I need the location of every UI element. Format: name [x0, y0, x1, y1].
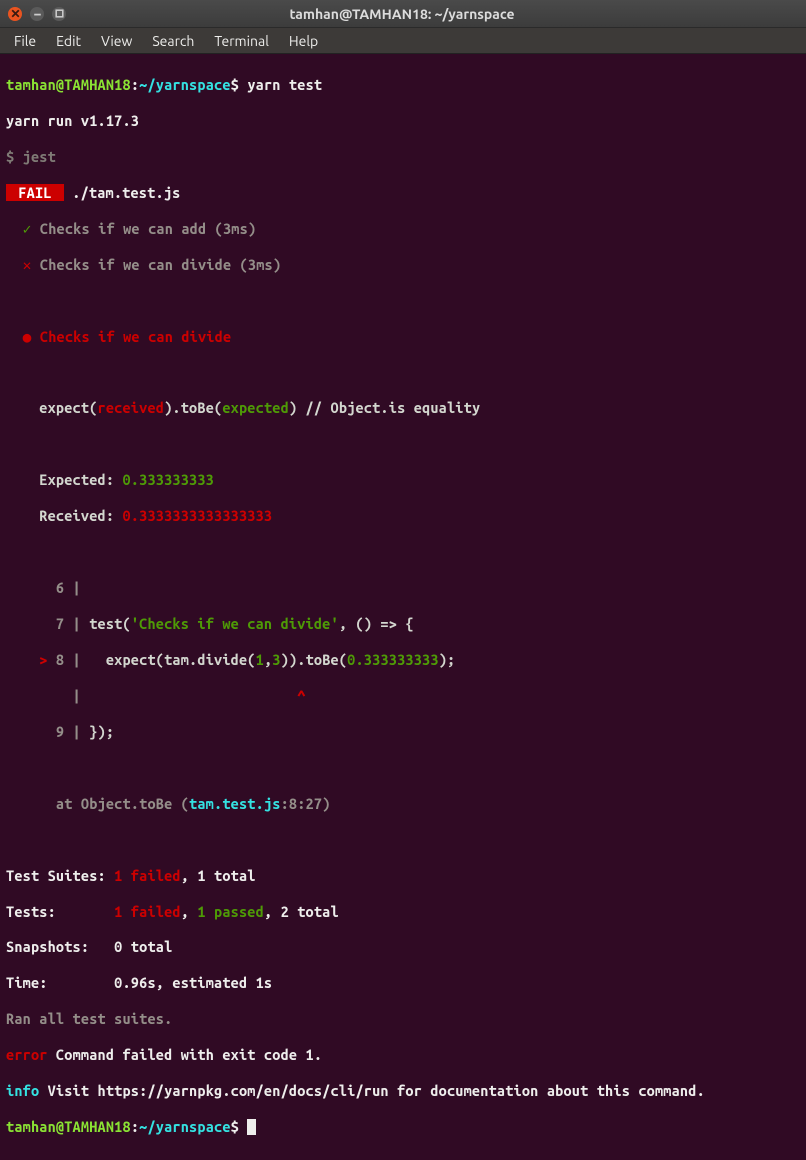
menu-terminal[interactable]: Terminal	[206, 30, 277, 52]
prompt-line-2: tamhan@TAMHAN18:~/yarnspace$	[6, 1118, 800, 1136]
fail-header: FAIL ./tam.test.js	[6, 184, 800, 202]
menu-edit[interactable]: Edit	[48, 30, 89, 52]
window-title: tamhan@TAMHAN18: ~/yarnspace	[66, 6, 738, 22]
menu-search[interactable]: Search	[144, 30, 202, 52]
command-typed: yarn test	[247, 76, 322, 93]
prompt-path: ~/yarnspace	[139, 76, 231, 93]
summary-time: Time: 0.96s, estimated 1s	[6, 974, 800, 992]
maximize-icon	[54, 8, 65, 19]
code-caret: | ^	[6, 687, 800, 705]
close-button[interactable]	[8, 7, 22, 21]
fail-test-line: ✕ Checks if we can divide (3ms)	[6, 256, 800, 274]
received-line: Received: 0.3333333333333333	[6, 507, 800, 525]
minimize-button[interactable]	[30, 7, 44, 21]
window-titlebar: tamhan@TAMHAN18: ~/yarnspace	[0, 0, 806, 28]
menu-file[interactable]: File	[6, 30, 44, 52]
summary-ran: Ran all test suites.	[6, 1010, 800, 1028]
check-icon: ✓	[23, 220, 32, 237]
code-line-6: 6 |	[6, 579, 800, 597]
close-icon	[10, 8, 21, 19]
jest-invoke: $ jest	[6, 148, 800, 166]
summary-snapshots: Snapshots: 0 total	[6, 938, 800, 956]
code-line-8: > 8 | expect(tam.divide(1,3)).toBe(0.333…	[6, 651, 800, 669]
docs-link[interactable]: https://yarnpkg.com/en/docs/cli/run	[98, 1082, 389, 1099]
menu-view[interactable]: View	[93, 30, 140, 52]
prompt-userhost: tamhan@TAMHAN18	[6, 76, 131, 93]
error-line: error Command failed with exit code 1.	[6, 1046, 800, 1064]
summary-suites: Test Suites: 1 failed, 1 total	[6, 867, 800, 885]
summary-tests: Tests: 1 failed, 1 passed, 2 total	[6, 903, 800, 921]
info-line: info Visit https://yarnpkg.com/en/docs/c…	[6, 1082, 800, 1100]
code-line-9: 9 | });	[6, 723, 800, 741]
bullet-icon: ●	[23, 328, 32, 345]
expect-desc: expect(received).toBe(expected) // Objec…	[6, 399, 800, 417]
menu-bar: File Edit View Search Terminal Help	[0, 28, 806, 54]
window-controls	[8, 7, 66, 21]
pass-test-line: ✓ Checks if we can add (3ms)	[6, 220, 800, 238]
cross-icon: ✕	[23, 256, 32, 273]
fail-badge: FAIL	[6, 184, 64, 201]
terminal-output[interactable]: tamhan@TAMHAN18:~/yarnspace$ yarn test y…	[0, 54, 806, 1160]
menu-help[interactable]: Help	[281, 30, 326, 52]
prompt-line: tamhan@TAMHAN18:~/yarnspace$ yarn test	[6, 76, 800, 94]
expected-line: Expected: 0.333333333	[6, 471, 800, 489]
stack-line: at Object.toBe (tam.test.js:8:27)	[6, 795, 800, 813]
code-line-7: 7 | test('Checks if we can divide', () =…	[6, 615, 800, 633]
fail-block-title: ● Checks if we can divide	[6, 328, 800, 346]
fail-file: ./tam.test.js	[72, 184, 180, 201]
cursor[interactable]	[247, 1119, 256, 1135]
minimize-icon	[32, 8, 43, 19]
maximize-button[interactable]	[52, 7, 66, 21]
yarn-version: yarn run v1.17.3	[6, 112, 800, 130]
